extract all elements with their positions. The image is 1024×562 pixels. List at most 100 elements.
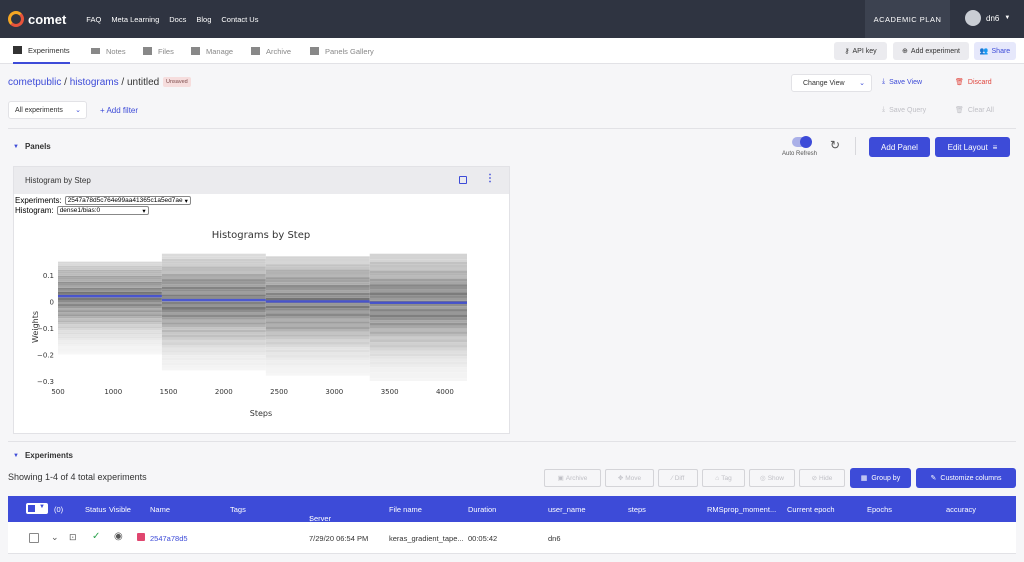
histogram-bin — [369, 314, 467, 318]
histogram-bin — [161, 347, 266, 351]
tab-files[interactable]: Files — [143, 38, 174, 64]
column-current-epoch[interactable]: Current epoch — [787, 505, 835, 514]
column-accuracy[interactable]: accuracy — [946, 505, 976, 514]
group-by-button[interactable]: ▦ Group by — [850, 468, 911, 488]
comet-logo[interactable]: comet — [8, 11, 66, 27]
histogram-center-line — [161, 298, 266, 302]
add-experiment-button[interactable]: ⊕ Add experiment — [893, 42, 969, 60]
tab-notes[interactable]: Notes — [91, 38, 126, 64]
nav-link-docs[interactable]: Docs — [169, 15, 186, 24]
experiments-select[interactable]: 2547a78d5c764e99aa41365c1a5ed7ae ▾ — [64, 196, 191, 205]
save-view-label: Save View — [889, 78, 923, 86]
column-rmsprop-moment[interactable]: RMSprop_moment... — [707, 505, 776, 514]
y-axis-label: Weights — [31, 311, 40, 343]
histogram-bin — [369, 295, 467, 298]
more-options-icon[interactable]: ⋮ — [485, 174, 495, 184]
histogram-bin — [265, 269, 370, 272]
refresh-icon[interactable]: ↻ — [830, 138, 840, 152]
check-icon: ✓ — [92, 531, 101, 542]
column-visible[interactable]: Visible — [109, 505, 131, 514]
breadcrumb-project[interactable]: histograms — [70, 77, 119, 88]
share-button[interactable]: 👥 Share — [974, 42, 1016, 60]
panels-section-toggle[interactable]: ▼ Panels — [13, 142, 51, 151]
experiment-color-swatch[interactable] — [137, 533, 145, 541]
histogram-chart: Histograms by Step 0.10−0.1−0.2−0.3 500 1… — [31, 230, 467, 418]
save-query-label: Save Query — [889, 106, 927, 114]
histogram-bin — [58, 322, 162, 325]
open-in-panel-icon[interactable]: ⊡ — [69, 532, 77, 543]
histogram-bin — [369, 261, 467, 265]
experiments-section-toggle[interactable]: ▼ Experiments — [13, 451, 73, 460]
change-view-dropdown[interactable]: Change View ⌄ — [791, 74, 872, 92]
column-tags[interactable]: Tags — [230, 505, 246, 514]
breadcrumb-workspace[interactable]: cometpublic — [8, 77, 61, 88]
column-user-name[interactable]: user_name — [548, 505, 586, 514]
column-epochs[interactable]: Epochs — [867, 505, 892, 514]
y-tick-label: −0.2 — [37, 351, 54, 359]
save-view-button[interactable]: ⤓ Save View — [882, 78, 922, 86]
key-icon: ⚷ — [844, 48, 850, 55]
histogram-bin — [369, 320, 467, 323]
histogram-bin — [265, 341, 370, 345]
histogram-bin — [161, 329, 266, 333]
histogram-bin — [161, 256, 266, 259]
user-menu[interactable]: dn6 ▼ — [965, 10, 1010, 26]
tab-panels-gallery[interactable]: Panels Gallery — [310, 38, 374, 64]
add-filter-button[interactable]: + Add filter — [100, 106, 138, 115]
clear-all-button[interactable]: 🗑 Clear All — [955, 106, 994, 115]
histogram-bin — [369, 286, 467, 290]
nav-link-contact[interactable]: Contact Us — [221, 15, 258, 24]
column-duration[interactable]: Duration — [468, 505, 496, 514]
tag-button[interactable]: ⌂ Tag — [702, 469, 745, 487]
customize-columns-button[interactable]: ✎ Customize columns — [916, 468, 1016, 488]
histogram-bin — [161, 273, 266, 277]
column-name[interactable]: Name — [150, 505, 170, 514]
column-status[interactable]: Status — [85, 505, 106, 514]
nav-links: FAQ Meta Learning Docs Blog Contact Us — [76, 15, 258, 24]
histogram-bin — [369, 256, 467, 260]
tab-manage[interactable]: Manage — [191, 38, 233, 64]
histogram-bin — [161, 324, 266, 328]
chevron-down-icon: ⌄ — [859, 80, 865, 87]
histogram-bin — [265, 287, 370, 291]
discard-button[interactable]: 🗑 Discard — [955, 78, 992, 87]
experiment-name-link[interactable]: 2547a78d5 — [150, 534, 188, 543]
add-panel-button[interactable]: Add Panel — [869, 137, 930, 157]
column-file-name[interactable]: File name — [389, 505, 422, 514]
save-query-button[interactable]: ⤓ Save Query — [882, 106, 926, 114]
academic-plan-badge[interactable]: ACADEMIC PLAN — [865, 0, 950, 38]
histogram-bin — [161, 367, 266, 371]
eye-icon[interactable]: ◉ — [114, 531, 123, 542]
move-button[interactable]: ✥ Move — [605, 469, 654, 487]
show-button[interactable]: ◎ Show — [749, 469, 795, 487]
table-row[interactable]: ⌄ ⊡ ✓ ◉ 2547a78d5 7/29/20 06:54 PM keras… — [8, 522, 1016, 554]
checkbox-square — [28, 505, 35, 512]
edit-layout-button[interactable]: Edit Layout ≡ — [935, 137, 1010, 157]
histogram-bin — [265, 295, 370, 298]
histogram-bin — [58, 310, 162, 313]
histogram-bin — [265, 297, 370, 301]
hide-button[interactable]: ⊘ Hide — [799, 469, 845, 487]
nav-link-blog[interactable]: Blog — [196, 15, 211, 24]
api-key-button[interactable]: ⚷ API key — [834, 42, 887, 60]
histogram-bin — [161, 312, 266, 315]
tab-archive[interactable]: Archive — [251, 38, 291, 64]
archive-button[interactable]: ▣ Archive — [544, 469, 601, 487]
experiment-scope-dropdown[interactable]: All experiments ⌄ — [8, 101, 87, 119]
nav-link-meta-learning[interactable]: Meta Learning — [111, 15, 159, 24]
row-checkbox[interactable] — [29, 533, 39, 543]
histogram-center-line — [58, 294, 162, 298]
expand-icon[interactable] — [459, 176, 467, 184]
histogram-bin — [265, 308, 370, 311]
histogram-bin — [369, 270, 467, 274]
archive-icon — [251, 47, 260, 55]
select-all-checkbox[interactable]: ▼ — [26, 503, 48, 514]
column-steps[interactable]: steps — [628, 505, 646, 514]
nav-link-faq[interactable]: FAQ — [86, 15, 101, 24]
tab-experiments[interactable]: Experiments — [13, 38, 70, 64]
toolbar-divider — [855, 137, 856, 155]
histogram-bin — [369, 309, 467, 312]
auto-refresh-toggle[interactable] — [792, 136, 812, 148]
diff-button[interactable]: ⁄ Diff — [658, 469, 698, 487]
chevron-down-icon[interactable]: ⌄ — [51, 532, 59, 543]
